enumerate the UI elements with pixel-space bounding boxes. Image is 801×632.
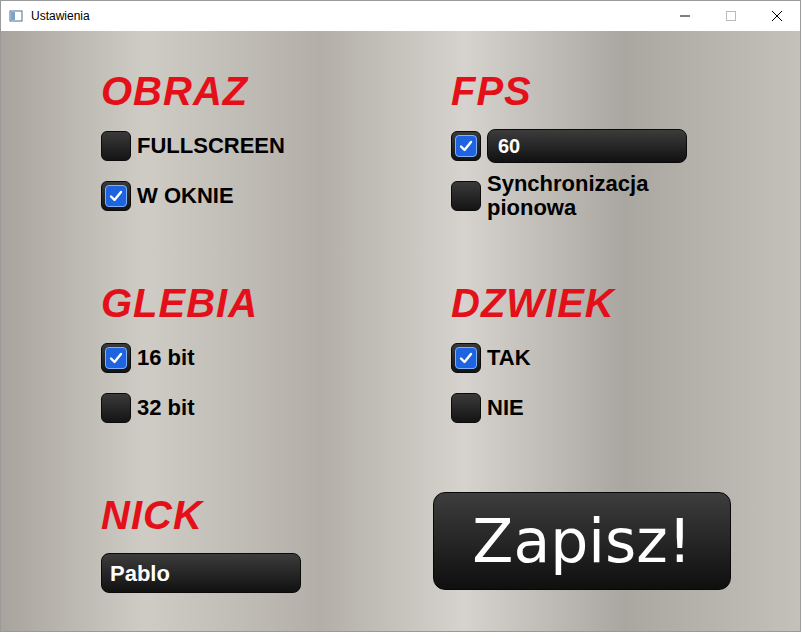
settings-section: DZWIEK TAK NIE: [451, 280, 771, 433]
settings-section: OBRAZ FULLSCREEN W OKNIE: [101, 68, 451, 221]
section-heading: DZWIEK: [451, 280, 771, 326]
option-row[interactable]: FULLSCREEN: [101, 121, 451, 171]
option-label: W OKNIE: [137, 184, 234, 208]
close-icon: [772, 11, 782, 21]
settings-section: GLEBIA 16 bit 32 bit: [101, 280, 451, 433]
check-icon: [108, 188, 124, 204]
minimize-icon: [680, 11, 690, 21]
title-bar: Ustawienia: [1, 1, 800, 31]
checkbox[interactable]: [451, 393, 481, 423]
option-label: 16 bit: [137, 346, 194, 370]
checkbox[interactable]: [451, 343, 481, 373]
option-label: TAK: [487, 346, 531, 370]
option-label: 32 bit: [137, 396, 194, 420]
nick-section: NICK Pablo: [101, 492, 451, 593]
close-button[interactable]: [754, 1, 800, 31]
app-icon: [9, 9, 23, 23]
window-title: Ustawienia: [31, 7, 90, 25]
check-icon: [458, 138, 474, 154]
checkbox[interactable]: [451, 131, 481, 161]
maximize-icon: [726, 11, 736, 21]
option-row[interactable]: Synchronizacja pionowa: [451, 171, 771, 221]
fps-field[interactable]: 60: [487, 129, 687, 163]
option-row[interactable]: NIE: [451, 383, 771, 433]
option-label: FULLSCREEN: [137, 134, 285, 158]
checkbox[interactable]: [101, 343, 131, 373]
settings-window: Ustawienia OBRAZ FULLSCREEN W OKNIE FPS 60 Syn…: [0, 0, 801, 632]
section-heading: OBRAZ: [101, 68, 451, 114]
checkbox[interactable]: [101, 393, 131, 423]
check-icon: [108, 350, 124, 366]
option-row[interactable]: 60: [451, 121, 771, 171]
section-heading: GLEBIA: [101, 280, 451, 326]
save-button[interactable]: Zapisz!: [433, 492, 731, 590]
option-label: NIE: [487, 396, 524, 420]
maximize-button[interactable]: [708, 1, 754, 31]
checkbox[interactable]: [101, 181, 131, 211]
section-heading: FPS: [451, 68, 771, 114]
section-heading: NICK: [101, 492, 451, 538]
minimize-button[interactable]: [662, 1, 708, 31]
option-row[interactable]: 16 bit: [101, 333, 451, 383]
option-label: Synchronizacja pionowa: [487, 172, 722, 220]
option-row[interactable]: 32 bit: [101, 383, 451, 433]
wood-background: OBRAZ FULLSCREEN W OKNIE FPS 60 Synchronizacj…: [1, 31, 800, 631]
check-icon: [458, 350, 474, 366]
checkbox[interactable]: [101, 131, 131, 161]
checkbox[interactable]: [451, 181, 481, 211]
option-row[interactable]: W OKNIE: [101, 171, 451, 221]
settings-section: FPS 60 Synchronizacja pionowa: [451, 68, 771, 221]
option-row[interactable]: TAK: [451, 333, 771, 383]
nick-field[interactable]: Pablo: [101, 553, 301, 593]
